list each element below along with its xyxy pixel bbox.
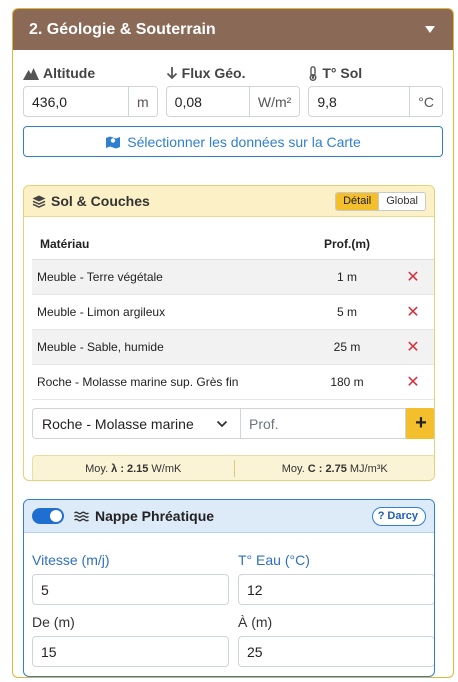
groundwater-title-text: Nappe Phréatique — [95, 508, 215, 524]
table-row: Meuble - Sable, humide 25 m ✕ — [32, 329, 434, 365]
groundwater-header: Nappe Phréatique ? Darcy — [24, 500, 434, 533]
soil-temp-input[interactable]: 9,8 — [309, 87, 409, 116]
flux-label-text: Flux Géo. — [181, 65, 246, 81]
vitesse-field: Vitesse (m/j) 5 — [32, 552, 229, 605]
darcy-help-button[interactable]: ? Darcy — [371, 506, 426, 526]
layers-table: Matériau Prof.(m) Meuble - Terre végétal… — [32, 229, 434, 400]
header-prof: Prof.(m) — [304, 229, 390, 260]
row-prof: 5 m — [304, 294, 390, 330]
delete-icon[interactable]: ✕ — [406, 304, 419, 321]
lambda-unit: W/mK — [151, 462, 182, 475]
depth-from-label: De (m) — [32, 614, 75, 630]
vitesse-label: Vitesse (m/j) — [32, 552, 110, 568]
thermometer-icon — [309, 65, 317, 81]
header-material: Matériau — [32, 229, 304, 260]
depth-to-input[interactable]: 25 — [238, 636, 434, 667]
select-on-map-button[interactable]: Sélectionner les données sur la Carte — [23, 126, 443, 157]
chevron-down-icon — [216, 420, 228, 427]
altitude-input[interactable]: 436,0 — [24, 87, 128, 116]
soil-title: Sol & Couches — [32, 193, 150, 209]
row-material: Meuble - Limon argileux — [32, 294, 304, 330]
water-temp-input[interactable]: 12 — [238, 574, 434, 605]
c-average: Moy. C : 2.75 MJ/m³K — [235, 462, 435, 475]
soil-temp-unit: °C — [409, 87, 443, 116]
material-select-value: Roche - Molasse marine — [42, 415, 194, 432]
toggle-global[interactable]: Global — [378, 192, 425, 210]
altitude-metric: Altitude 436,0 m — [23, 64, 158, 117]
depth-from-input[interactable]: 15 — [32, 636, 229, 667]
water-temp-field: T° Eau (°C) 12 — [238, 552, 434, 605]
lambda-value: 2.15 — [127, 462, 149, 475]
altitude-input-group[interactable]: 436,0 m — [23, 86, 158, 117]
depth-to-label: À (m) — [238, 614, 273, 630]
row-material: Meuble - Sable, humide — [32, 329, 304, 365]
c-prefix: Moy. — [281, 462, 305, 475]
material-select[interactable]: Roche - Molasse marine — [32, 408, 240, 439]
metrics-row: Altitude 436,0 m Flux Géo. 0,08 W/m² T° … — [13, 50, 453, 117]
table-row: Meuble - Terre végétale 1 m ✕ — [32, 259, 434, 295]
row-prof: 1 m — [304, 259, 390, 295]
view-toggle: Détail Global — [335, 191, 426, 211]
averages-bar: Moy. λ : 2.15 W/mK Moy. C : 2.75 MJ/m³K — [32, 455, 435, 480]
groundwater-toggle-switch[interactable] — [32, 508, 64, 524]
table-header-row: Matériau Prof.(m) — [32, 229, 434, 260]
depth-from-field: De (m) 15 — [32, 614, 229, 667]
row-prof: 25 m — [304, 329, 390, 365]
header-actions — [390, 229, 434, 260]
select-on-map-label: Sélectionner les données sur la Carte — [127, 133, 361, 150]
table-row: Roche - Molasse marine sup. Grès fin 180… — [32, 364, 434, 400]
map-marker-icon — [106, 136, 121, 148]
flux-input-group[interactable]: 0,08 W/m² — [165, 86, 301, 117]
flux-unit: W/m² — [248, 87, 300, 116]
flux-label: Flux Géo. — [166, 64, 301, 82]
groundwater-card: Nappe Phréatique ? Darcy Vitesse (m/j) 5… — [23, 499, 435, 677]
darcy-label: Darcy — [387, 510, 418, 522]
arrow-down-icon — [166, 67, 177, 80]
soil-layers-card: Sol & Couches Détail Global Matériau Pro… — [23, 185, 435, 481]
soil-temp-label-text: T° Sol — [322, 65, 363, 81]
table-row: Meuble - Limon argileux 5 m ✕ — [32, 294, 434, 330]
altitude-label-text: Altitude — [43, 65, 96, 81]
flux-metric: Flux Géo. 0,08 W/m² — [165, 64, 301, 117]
vitesse-input[interactable]: 5 — [32, 574, 229, 605]
lambda-average: Moy. λ : 2.15 W/mK — [33, 463, 234, 475]
flux-input[interactable]: 0,08 — [167, 87, 249, 116]
delete-icon[interactable]: ✕ — [406, 269, 419, 286]
mountain-icon — [23, 67, 39, 80]
toggle-detail[interactable]: Détail — [336, 192, 379, 210]
collapse-caret-icon[interactable] — [425, 26, 435, 33]
prof-input[interactable]: Prof. — [240, 408, 406, 439]
depth-to-field: À (m) 25 — [238, 614, 434, 667]
add-layer-button[interactable]: + — [406, 408, 434, 439]
delete-icon[interactable]: ✕ — [406, 339, 419, 356]
row-material: Roche - Molasse marine sup. Grès fin — [32, 364, 304, 400]
row-material: Meuble - Terre végétale — [32, 259, 304, 295]
geology-panel: 2. Géologie & Souterrain Altitude 436,0 … — [12, 8, 454, 678]
layers-icon — [32, 195, 46, 208]
c-value: 2.75 — [325, 462, 347, 475]
delete-icon[interactable]: ✕ — [406, 374, 419, 391]
soil-temp-label: T° Sol — [308, 64, 443, 82]
c-unit: MJ/m³K — [349, 462, 388, 475]
altitude-unit: m — [128, 87, 157, 116]
lambda-symbol: λ : — [111, 462, 124, 475]
lambda-prefix: Moy. — [85, 462, 109, 475]
row-prof: 180 m — [304, 364, 390, 400]
soil-temp-input-group[interactable]: 9,8 °C — [308, 86, 444, 117]
add-layer-row: Roche - Molasse marine Prof. + — [32, 408, 434, 439]
soil-header: Sol & Couches Détail Global — [24, 186, 434, 217]
groundwater-title: Nappe Phréatique — [32, 508, 214, 524]
water-waves-icon — [74, 511, 89, 521]
soil-temp-metric: T° Sol 9,8 °C — [308, 64, 444, 117]
altitude-label: Altitude — [23, 64, 158, 82]
panel-header[interactable]: 2. Géologie & Souterrain — [13, 9, 453, 50]
water-temp-label: T° Eau (°C) — [238, 552, 310, 568]
soil-title-text: Sol & Couches — [51, 193, 150, 209]
c-symbol: C : — [307, 462, 323, 475]
question-icon: ? — [377, 510, 385, 522]
panel-title: 2. Géologie & Souterrain — [29, 20, 216, 38]
